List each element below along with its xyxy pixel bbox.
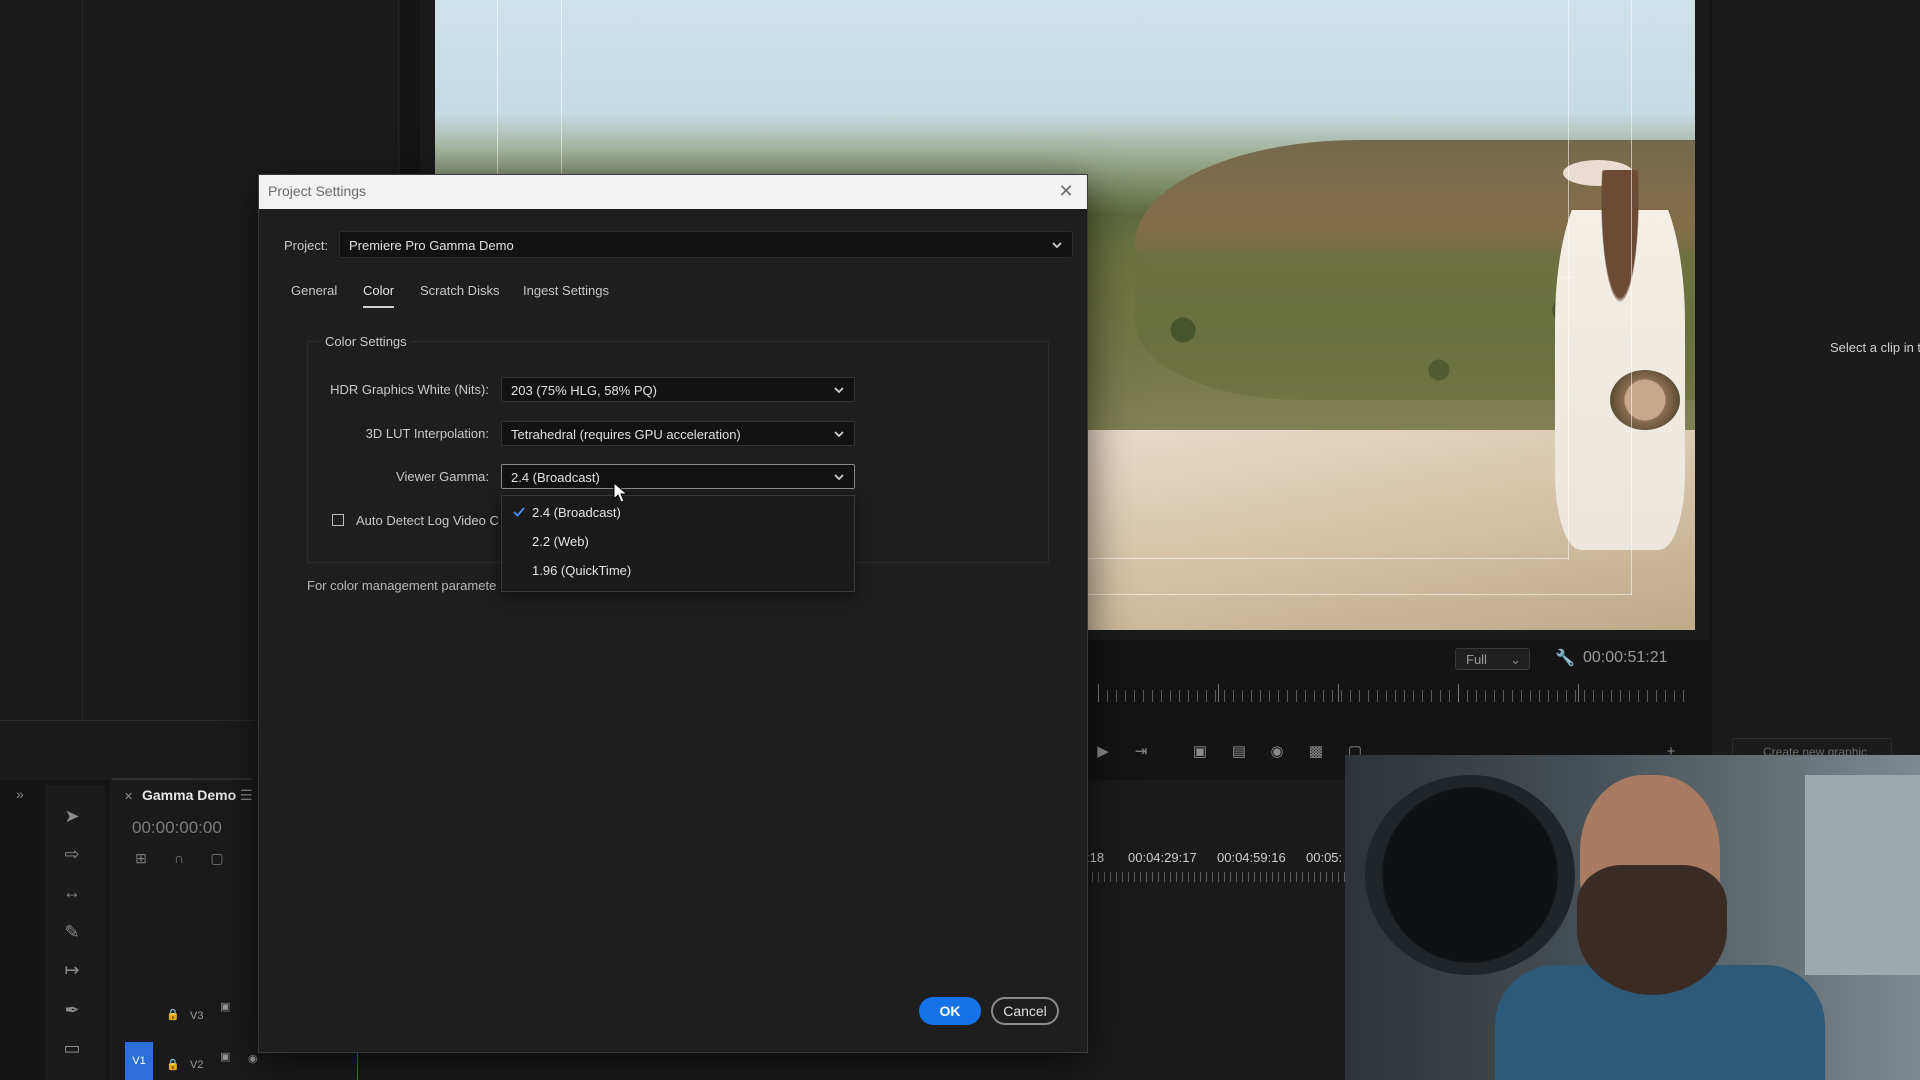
zoom-level-select[interactable]: Full ⌄ (1455, 648, 1530, 670)
webcam-overlay (1345, 755, 1920, 1080)
linked-selection-icon[interactable]: ▢ (206, 848, 228, 868)
project-settings-dialog: Project Settings ✕ Project: Premiere Pro… (258, 174, 1088, 1053)
ruler-time-label: 00:05: (1306, 850, 1343, 865)
hdr-white-value: 203 (75% HLG, 58% PQ) (511, 383, 657, 398)
lock-icon[interactable]: 🔒 (166, 1008, 180, 1021)
color-settings-title: Color Settings (321, 334, 411, 349)
lock-icon[interactable]: 🔒 (166, 1058, 180, 1071)
safe-margin-guide (497, 0, 498, 180)
gamma-option-broadcast[interactable]: 2.4 (Broadcast) (502, 500, 854, 526)
hdr-white-select[interactable]: 203 (75% HLG, 58% PQ) (501, 377, 855, 402)
ruler-time-label: 00:04:29:17 (1128, 850, 1197, 865)
chevron-down-icon (1050, 238, 1064, 252)
selection-tool-icon[interactable]: ➤ (58, 802, 86, 830)
gamma-option-label: 2.2 (Web) (532, 534, 589, 549)
track-label-v3: V3 (190, 1010, 204, 1022)
webcam-presenter-beard (1577, 865, 1727, 995)
gamma-option-label: 2.4 (Broadcast) (532, 505, 621, 520)
expand-panels-icon[interactable]: » (16, 786, 24, 802)
track-select-tool-icon[interactable]: ⇨ (58, 840, 86, 868)
viewer-timecode: 00:00:51:21 (1583, 649, 1668, 666)
timeline-tab-gamma-demo[interactable]: Gamma Demo (142, 787, 236, 803)
ruler-time-label: :18 (1086, 850, 1105, 865)
hdr-white-label: HDR Graphics White (Nits): (330, 382, 489, 397)
timeline-tab-underline (112, 778, 252, 780)
chevron-down-icon (832, 470, 846, 484)
select-clip-hint: Select a clip in t (1830, 340, 1920, 355)
project-label: Project: (284, 238, 329, 253)
step-forward-icon[interactable]: ⇥ (1130, 742, 1152, 762)
webcam-softbox (1365, 775, 1575, 975)
timeline-time-ruler[interactable] (1086, 872, 1346, 882)
active-tab-indicator (363, 306, 394, 308)
track-label-v2: V2 (190, 1059, 204, 1071)
pen-tool-icon[interactable]: ✒ (58, 996, 86, 1024)
video-subject (1555, 170, 1685, 550)
checkmark-icon (512, 505, 526, 519)
sync-lock-icon[interactable]: ▣ (220, 1000, 230, 1013)
project-select-value: Premiere Pro Gamma Demo (349, 238, 514, 253)
play-icon[interactable]: ▶ (1092, 742, 1114, 762)
panel-divider (82, 0, 83, 720)
tab-scratch-disks[interactable]: Scratch Disks (420, 283, 499, 298)
dialog-titlebar[interactable]: Project Settings ✕ (259, 175, 1087, 209)
chevron-down-icon (832, 383, 846, 397)
gamma-option-web[interactable]: 2.2 (Web) (502, 529, 854, 555)
insert-nest-icon[interactable]: ⊞ (130, 848, 152, 868)
ruler-time-label: 00:04:59:16 (1217, 850, 1286, 865)
cursor-arrow-icon (613, 481, 629, 504)
dialog-title: Project Settings (268, 183, 367, 199)
close-icon[interactable]: ✕ (124, 790, 133, 803)
gamma-option-label: 1.96 (QuickTime) (532, 563, 632, 578)
ok-button[interactable]: OK (919, 997, 981, 1025)
close-icon[interactable]: ✕ (1055, 180, 1077, 202)
auto-detect-log-label: Auto Detect Log Video C (356, 513, 499, 528)
color-management-note: For color management paramete (307, 578, 497, 593)
safe-margin-guide (1087, 558, 1569, 559)
viewer-gamma-value: 2.4 (Broadcast) (511, 470, 600, 485)
razor-tool-icon[interactable]: ✎ (58, 918, 86, 946)
viewer-gamma-label: Viewer Gamma: (396, 469, 489, 484)
essential-graphics-panel (1712, 0, 1920, 760)
rectangle-tool-icon[interactable]: ▭ (58, 1034, 86, 1062)
viewer-time-ruler-major (1098, 684, 1688, 702)
slip-tool-icon[interactable]: ↦ (58, 956, 86, 984)
eye-icon[interactable]: ◉ (248, 1052, 258, 1065)
auto-detect-log-checkbox[interactable] (332, 514, 344, 526)
gamma-option-quicktime[interactable]: 1.96 (QuickTime) (502, 558, 854, 584)
zoom-level-value: Full (1466, 652, 1487, 667)
tab-color[interactable]: Color (363, 283, 394, 298)
chevron-down-icon (832, 427, 846, 441)
extract-icon[interactable]: ▤ (1228, 742, 1250, 762)
video-bouquet (1610, 370, 1680, 430)
snap-magnet-icon[interactable]: ∩ (168, 848, 190, 868)
camera-icon[interactable]: ◉ (1266, 742, 1288, 762)
compare-view-icon[interactable]: ▩ (1305, 742, 1327, 762)
viewer-gamma-select[interactable]: 2.4 (Broadcast) (501, 464, 855, 489)
safe-margin-guide (1568, 0, 1569, 560)
cancel-button[interactable]: Cancel (991, 997, 1059, 1025)
safe-margin-guide (1631, 0, 1632, 595)
webcam-acoustic-panel (1805, 775, 1920, 975)
panel-menu-icon[interactable]: ☰ (240, 787, 253, 804)
playhead[interactable] (357, 1050, 358, 1080)
crosshair-guide (1562, 277, 1574, 278)
safe-margin-guide (1087, 594, 1632, 595)
sync-lock-icon[interactable]: ▣ (220, 1050, 230, 1063)
track-target-v1[interactable]: V1 (125, 1042, 153, 1080)
lift-icon[interactable]: ▣ (1189, 742, 1211, 762)
lut-interpolation-value: Tetrahedral (requires GPU acceleration) (511, 427, 741, 442)
tab-general[interactable]: General (291, 283, 337, 298)
safe-margin-guide (561, 0, 562, 180)
wrench-icon[interactable]: 🔧 (1555, 648, 1575, 668)
viewer-gamma-dropdown: 2.4 (Broadcast) 2.2 (Web) 1.96 (QuickTim… (501, 495, 855, 592)
tab-ingest-settings[interactable]: Ingest Settings (523, 283, 609, 298)
ripple-edit-tool-icon[interactable]: ↔ (58, 878, 86, 906)
project-select[interactable]: Premiere Pro Gamma Demo (339, 231, 1073, 258)
lut-interpolation-label: 3D LUT Interpolation: (365, 426, 489, 441)
lut-interpolation-select[interactable]: Tetrahedral (requires GPU acceleration) (501, 421, 855, 446)
timeline-timecode[interactable]: 00:00:00:00 (132, 818, 222, 838)
chevron-down-icon: ⌄ (1510, 652, 1521, 667)
